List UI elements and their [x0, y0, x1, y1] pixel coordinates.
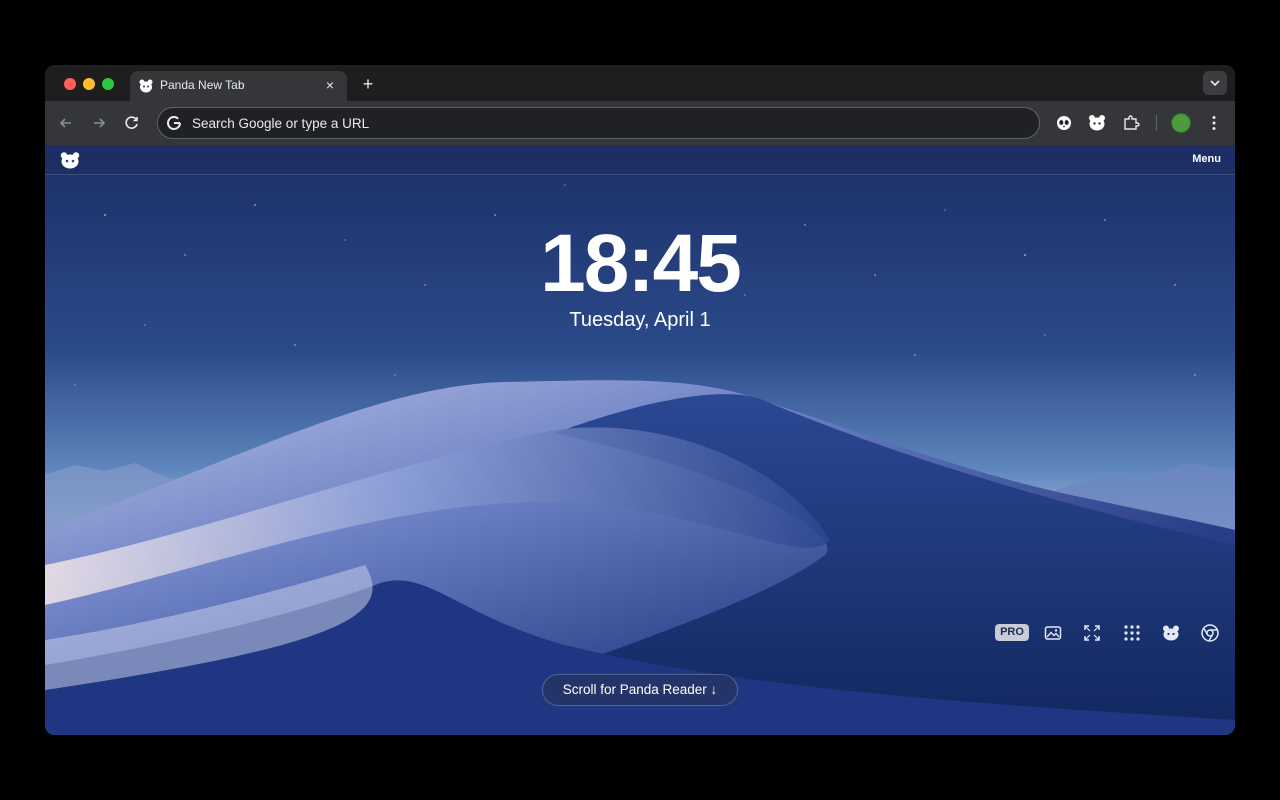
new-tab-top-bar: Menu	[45, 145, 1235, 175]
close-window-button[interactable]	[64, 78, 76, 90]
panda-face-extension-icon[interactable]	[1054, 113, 1074, 133]
forward-arrow-icon[interactable]	[87, 111, 111, 135]
scroll-for-reader-button[interactable]: Scroll for Panda Reader ↓	[542, 674, 738, 706]
profile-avatar[interactable]	[1171, 113, 1191, 133]
clock-date: Tuesday, April 1	[569, 309, 711, 331]
image-icon[interactable]	[1043, 623, 1063, 643]
new-tab-page: Menu 18:45 Tuesday, April 1 Scroll for P…	[45, 145, 1235, 735]
puzzle-icon[interactable]	[1121, 113, 1141, 133]
maximize-window-button[interactable]	[102, 78, 114, 90]
chevron-down-icon	[1210, 80, 1220, 87]
browser-window: Panda New Tab × + Search Google or type	[45, 65, 1235, 735]
tab-title: Panda New Tab	[160, 78, 245, 92]
browser-toolbar: Search Google or type a URL	[45, 101, 1235, 145]
kebab-menu-icon[interactable]	[1204, 113, 1224, 133]
chrome-icon[interactable]	[1200, 623, 1220, 643]
new-tab-button[interactable]: +	[357, 73, 379, 95]
reload-icon[interactable]	[120, 111, 144, 135]
address-bar[interactable]: Search Google or type a URL	[157, 107, 1040, 139]
panda-extension-icon[interactable]	[1161, 623, 1181, 643]
grid-icon[interactable]	[1122, 623, 1142, 643]
panda-logo-icon[interactable]	[59, 151, 81, 169]
address-bar-placeholder: Search Google or type a URL	[192, 116, 370, 131]
panda-favicon-icon	[139, 79, 153, 93]
back-arrow-icon[interactable]	[54, 111, 78, 135]
tab-search-button[interactable]	[1203, 71, 1227, 95]
tab-panda-new-tab[interactable]: Panda New Tab ×	[130, 71, 347, 101]
panda-extension-icon[interactable]	[1087, 113, 1107, 133]
minimize-window-button[interactable]	[83, 78, 95, 90]
clock-time: 18:45	[540, 218, 742, 309]
toolbar-separator	[1156, 115, 1157, 131]
tab-close-icon[interactable]: ×	[322, 76, 338, 94]
tab-strip: Panda New Tab × +	[45, 65, 1235, 101]
expand-icon[interactable]	[1082, 623, 1102, 643]
pro-badge[interactable]: PRO	[995, 624, 1029, 641]
menu-button[interactable]: Menu	[1192, 153, 1221, 165]
google-g-icon	[167, 116, 181, 130]
